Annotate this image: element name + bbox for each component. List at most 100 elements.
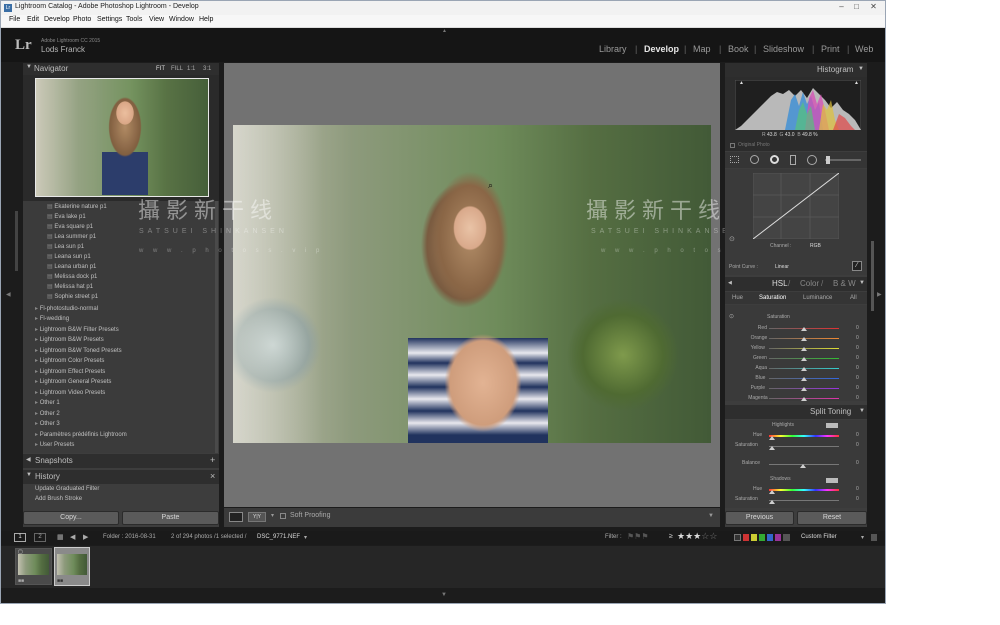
color-label-purple[interactable] <box>775 534 781 541</box>
module-web[interactable]: Web <box>855 44 873 54</box>
module-book[interactable]: Book <box>728 44 749 54</box>
highlight-clipping-icon[interactable]: ▲ <box>854 80 859 86</box>
preset-item[interactable]: ▤ Lea summer p1 <box>47 233 96 240</box>
color-label-other[interactable] <box>783 534 790 541</box>
sh-hue-value[interactable]: 0 <box>856 486 859 492</box>
right-scroll-track[interactable] <box>871 241 874 311</box>
module-print[interactable]: Print <box>821 44 840 54</box>
red-eye-icon[interactable] <box>770 155 779 164</box>
split-toning-header[interactable]: Split Toning ▼ <box>725 405 867 419</box>
maximize-button[interactable]: □ <box>850 2 863 12</box>
target-adjust-icon[interactable]: ⊙ <box>729 235 735 243</box>
hsl-aqua-thumb[interactable] <box>801 367 807 371</box>
module-slideshow[interactable]: Slideshow <box>763 44 804 54</box>
preset-folder[interactable]: ▸ Lightroom B&W Filter Presets <box>35 326 119 333</box>
color-label-none[interactable] <box>734 534 741 541</box>
close-button[interactable]: ✕ <box>867 2 880 12</box>
window-2-button[interactable]: 2 <box>34 533 46 542</box>
window-1-button[interactable]: 1 <box>14 533 26 542</box>
hsl-yellow-thumb[interactable] <box>801 347 807 351</box>
hl-hue-value[interactable]: 0 <box>856 432 859 438</box>
loupe-view-icon[interactable] <box>229 512 243 522</box>
balance-thumb[interactable] <box>800 464 806 468</box>
color-title[interactable]: Color <box>800 279 819 288</box>
hsl-header[interactable]: ◀ HSL / Color / B & W ▼ <box>725 277 867 291</box>
menu-tools[interactable]: Tools <box>126 16 142 23</box>
hsl-green-thumb[interactable] <box>801 357 807 361</box>
preset-folder[interactable]: ▸ Lightroom Video Presets <box>35 389 105 396</box>
tab-saturation[interactable]: Saturation <box>759 295 786 301</box>
hsl-blue-value[interactable]: 0 <box>856 375 859 381</box>
preset-folder[interactable]: ▸ Other 3 <box>35 420 60 427</box>
sh-sat-slider[interactable] <box>769 500 839 501</box>
hsl-green-value[interactable]: 0 <box>856 355 859 361</box>
star-icon[interactable]: ★ <box>685 531 693 541</box>
menu-window[interactable]: Window <box>169 16 194 23</box>
hsl-purple-value[interactable]: 0 <box>856 385 859 391</box>
brush-slider[interactable] <box>825 159 861 161</box>
preset-folder[interactable]: ▸ Lightroom Color Presets <box>35 357 104 364</box>
channel-select[interactable]: RGB <box>810 243 821 249</box>
crop-tool-icon[interactable] <box>730 156 739 163</box>
zoom-fit[interactable]: FIT <box>156 66 165 72</box>
menu-view[interactable]: View <box>149 16 164 23</box>
preset-folder[interactable]: ▸ Fl-wedding <box>35 315 69 322</box>
hl-sat-thumb[interactable] <box>769 446 775 450</box>
toolbar-menu-icon[interactable]: ▼ <box>708 513 714 519</box>
module-develop[interactable]: Develop <box>644 44 679 54</box>
menu-photo[interactable]: Photo <box>73 16 91 23</box>
sh-sat-value[interactable]: 0 <box>856 496 859 502</box>
menu-file[interactable]: File <box>9 16 20 23</box>
menu-help[interactable]: Help <box>199 16 213 23</box>
sh-hue-thumb[interactable] <box>769 490 775 494</box>
hsl-red-value[interactable]: 0 <box>856 325 859 331</box>
hsl-orange-value[interactable]: 0 <box>856 335 859 341</box>
preset-folder[interactable]: ▸ Other 2 <box>35 410 60 417</box>
reset-button[interactable]: Reset <box>797 511 867 525</box>
spot-removal-icon[interactable] <box>750 155 759 164</box>
filmstrip-thumb-1[interactable]: ▢ ■■ <box>15 548 52 585</box>
hsl-orange-thumb[interactable] <box>801 337 807 341</box>
color-label-green[interactable] <box>759 534 765 541</box>
hl-sat-slider[interactable] <box>769 446 839 447</box>
soft-proofing-checkbox[interactable] <box>280 513 286 519</box>
grid-icon[interactable]: ▦ <box>57 533 64 541</box>
collapse-filmstrip-arrow-icon[interactable]: ▼ <box>441 592 447 598</box>
menu-settings[interactable]: Settings <box>97 16 122 23</box>
hsl-magenta-value[interactable]: 0 <box>856 395 859 401</box>
preset-item[interactable]: ▤ Lea sun p1 <box>47 243 84 250</box>
filmstrip-thumb-2-selected[interactable]: ■■ <box>54 547 90 586</box>
preset-item[interactable]: ▤ Sophie street p1 <box>47 293 98 300</box>
preset-folder[interactable]: ▸ Paramètres prédéfinis Lightroom <box>35 431 127 438</box>
star-filter[interactable]: ★★★☆☆ <box>677 531 717 542</box>
hsl-target-adjust-icon[interactable]: ⊙ <box>729 313 734 320</box>
hl-sat-value[interactable]: 0 <box>856 442 859 448</box>
tone-curve-graph[interactable] <box>753 173 839 239</box>
filename-dropdown-icon[interactable]: ▾ <box>304 534 307 541</box>
before-after-dropdown-icon[interactable]: ▾ <box>271 512 274 519</box>
flag-filter-icons[interactable]: ⚑⚑⚑ <box>627 532 649 541</box>
history-item[interactable]: Update Graduated Filter <box>35 486 99 492</box>
preset-folder[interactable]: ▸ User Presets <box>35 441 74 448</box>
graduated-filter-icon[interactable] <box>790 155 796 165</box>
navigator-header[interactable]: ▼ Navigator FIT FILL 1:1 3:1 <box>23 63 219 75</box>
hl-hue-thumb[interactable] <box>769 436 775 440</box>
preset-folder[interactable]: ▸ Fl-photostudio-normal <box>35 305 98 312</box>
preset-item[interactable]: ▤ Melissa dock p1 <box>47 273 97 280</box>
presets-scrollbar[interactable] <box>215 201 218 453</box>
left-panel-toggle-icon[interactable]: ◀ <box>6 291 11 298</box>
preset-item[interactable]: ▤ Melissa hat p1 <box>47 283 93 290</box>
preset-item[interactable]: ▤ Eva lake p1 <box>47 213 86 220</box>
left-scroll-track[interactable] <box>15 211 18 271</box>
before-after-icon[interactable]: Y|Y <box>248 512 266 522</box>
balance-value[interactable]: 0 <box>856 460 859 466</box>
preset-folder[interactable]: ▸ Lightroom General Presets <box>35 378 111 385</box>
selected-filename[interactable]: DSC_9771.NEF <box>257 534 300 540</box>
tab-luminance[interactable]: Luminance <box>803 295 832 301</box>
hsl-title[interactable]: HSL <box>772 279 788 288</box>
back-arrow-icon[interactable]: ◀ <box>70 533 75 541</box>
star-icon[interactable]: ☆ <box>709 531 717 541</box>
preset-item[interactable]: ▤ Leana sun p1 <box>47 253 91 260</box>
radial-filter-icon[interactable] <box>807 155 817 165</box>
shadows-color-swatch[interactable] <box>826 478 838 483</box>
